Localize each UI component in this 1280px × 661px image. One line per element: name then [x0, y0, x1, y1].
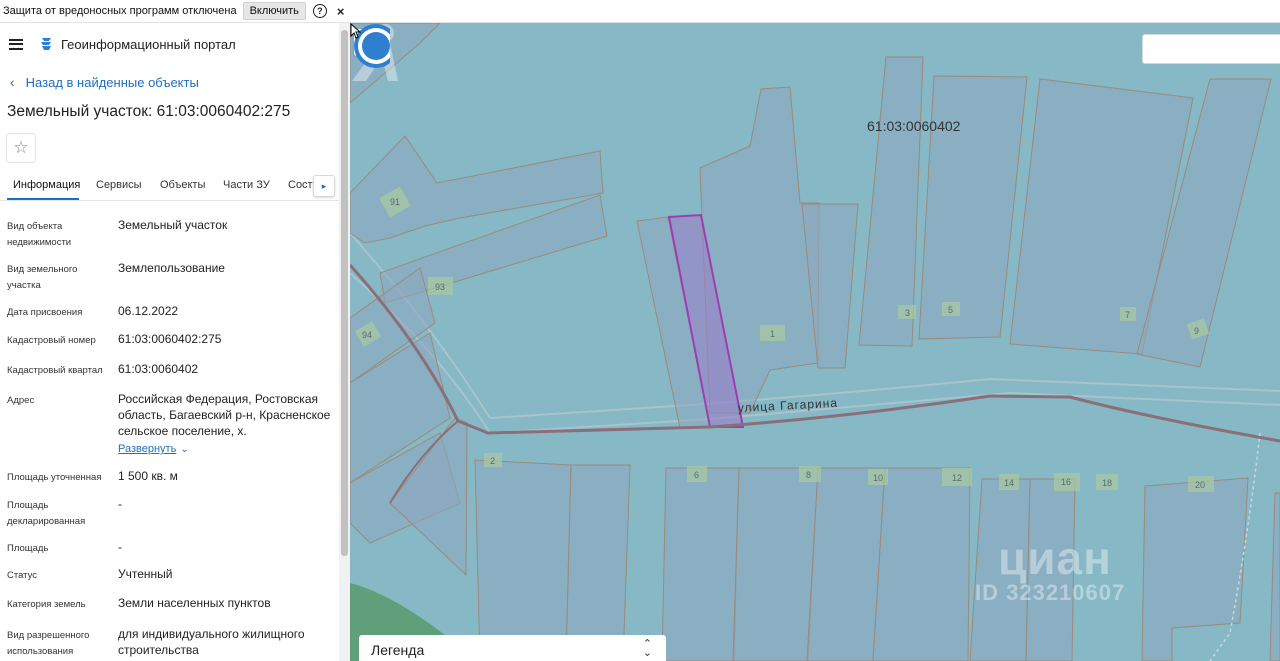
panel-header: Геоинформационный портал — [0, 23, 339, 65]
tab-parts[interactable]: Части ЗУ — [223, 179, 270, 191]
property-value-block: Российская Федерация, Ростовская область… — [118, 391, 333, 458]
property-value: для индивидуального жилищного строительс… — [118, 627, 305, 657]
parcel-number-label: 9 — [1194, 326, 1199, 336]
parcel-number-label: 93 — [435, 282, 445, 292]
menu-icon[interactable] — [9, 38, 23, 50]
parcel-number-label: 91 — [390, 197, 400, 207]
mouse-cursor-icon — [350, 23, 362, 39]
property-value: - — [118, 497, 122, 511]
star-icon: ☆ — [13, 138, 29, 157]
parcels — [350, 23, 1280, 661]
property-label: Площадь уточненная — [7, 472, 102, 483]
parcel-number-label: 3 — [905, 308, 910, 318]
parcel-number-label: 18 — [1102, 478, 1112, 488]
favorite-button[interactable]: ☆ — [6, 133, 36, 163]
page-title: Земельный участок: 61:03:0060402:275 — [7, 103, 291, 120]
chevron-right-icon: ▸ — [321, 180, 327, 191]
property-label: Площадь — [7, 543, 49, 554]
parcel-number-label: 5 — [948, 305, 953, 315]
active-tab-indicator — [7, 198, 79, 200]
property-value: Учтенный — [118, 567, 173, 581]
parcel-number-label: 1 — [770, 329, 775, 339]
notification-message: Защита от вредоносных программ отключена — [3, 5, 237, 17]
parcel-number-label: 2 — [490, 456, 495, 466]
watermark-text: циан — [998, 532, 1112, 584]
property-label: Кадастровый квартал — [7, 365, 103, 376]
chevron-down-icon[interactable]: ⌄ — [180, 444, 188, 455]
property-label: Кадастровый номер — [7, 335, 96, 346]
chevron-left-icon: ‹ — [10, 74, 15, 90]
help-icon[interactable]: ? — [312, 4, 327, 18]
parcel-number-label: 12 — [952, 473, 962, 483]
property-value: Земли населенных пунктов — [118, 596, 271, 610]
property-value: 1 500 кв. м — [118, 469, 178, 483]
parcel-number-label: 8 — [806, 470, 811, 480]
property-label: Дата присвоения — [7, 307, 83, 318]
cadastral-quarter-label: 61:03:0060402 — [867, 118, 961, 134]
parcel-number-label: 14 — [1004, 478, 1014, 488]
close-icon[interactable]: × — [337, 4, 345, 19]
portal-title: Геоинформационный портал — [61, 36, 236, 52]
chevron-up-down-icon[interactable]: ⌃ ⌄ — [643, 639, 652, 659]
property-label: Вид земельного участка — [7, 264, 78, 291]
property-label: Вид объекта недвижимости — [7, 221, 72, 248]
notification-bar: Защита от вредоносных программ отключена… — [0, 0, 1280, 23]
portal-logo-icon — [41, 38, 51, 50]
tabs-scroll-right-button[interactable]: ▸ — [313, 175, 335, 197]
property-value: Российская Федерация, Ростовская область… — [118, 392, 331, 438]
panel-scrollbar-thumb[interactable] — [341, 30, 348, 556]
property-value: 61:03:0060402:275 — [118, 332, 222, 346]
property-value: 06.12.2022 — [118, 304, 179, 318]
legend-label: Легенда — [371, 642, 425, 658]
map-canvas[interactable]: 91 93 94 1 3 5 7 9 2 6 8 10 12 14 16 18 … — [350, 23, 1280, 661]
tab-services[interactable]: Сервисы — [96, 179, 142, 191]
property-label: Площадь декларированная — [7, 500, 86, 527]
property-label: Категория земель — [7, 599, 86, 610]
parcel-number-label: 10 — [873, 473, 883, 483]
watermark-id: ID 323210607 — [975, 580, 1126, 605]
tab-objects[interactable]: Объекты — [160, 179, 205, 191]
tab-info[interactable]: Информация — [13, 179, 80, 191]
property-value: Земельный участок — [118, 218, 228, 232]
property-value: Землепользование — [118, 261, 225, 275]
info-panel: Геоинформационный портал ‹ Назад в найде… — [0, 23, 350, 661]
tab-bar: Информация Сервисы Объекты Части ЗУ Сост… — [0, 173, 339, 201]
parcel-number-label: 16 — [1061, 477, 1071, 487]
property-label: Статус — [7, 570, 38, 581]
property-label: Вид разрешенного использования — [7, 630, 90, 657]
parcel-number-label: 20 — [1195, 480, 1205, 490]
enable-protection-button[interactable]: Включить — [242, 2, 306, 20]
back-link[interactable]: ‹ Назад в найденные объекты — [10, 74, 199, 90]
property-value: - — [118, 540, 122, 554]
expand-address-link[interactable]: Развернуть — [118, 441, 176, 457]
property-value: 61:03:0060402 — [118, 362, 199, 376]
map-view[interactable]: 91 93 94 1 3 5 7 9 2 6 8 10 12 14 16 18 … — [350, 23, 1280, 661]
parcel-number-label: 7 — [1125, 310, 1130, 320]
parcel-number-label: 94 — [362, 330, 372, 340]
legend-panel[interactable]: Легенда ⌃ ⌄ — [359, 635, 666, 661]
back-link-label: Назад в найденные объекты — [25, 74, 199, 90]
property-label: Адрес — [7, 395, 35, 406]
map-search-input[interactable] — [1142, 34, 1280, 64]
parcel-number-label: 6 — [694, 470, 699, 480]
